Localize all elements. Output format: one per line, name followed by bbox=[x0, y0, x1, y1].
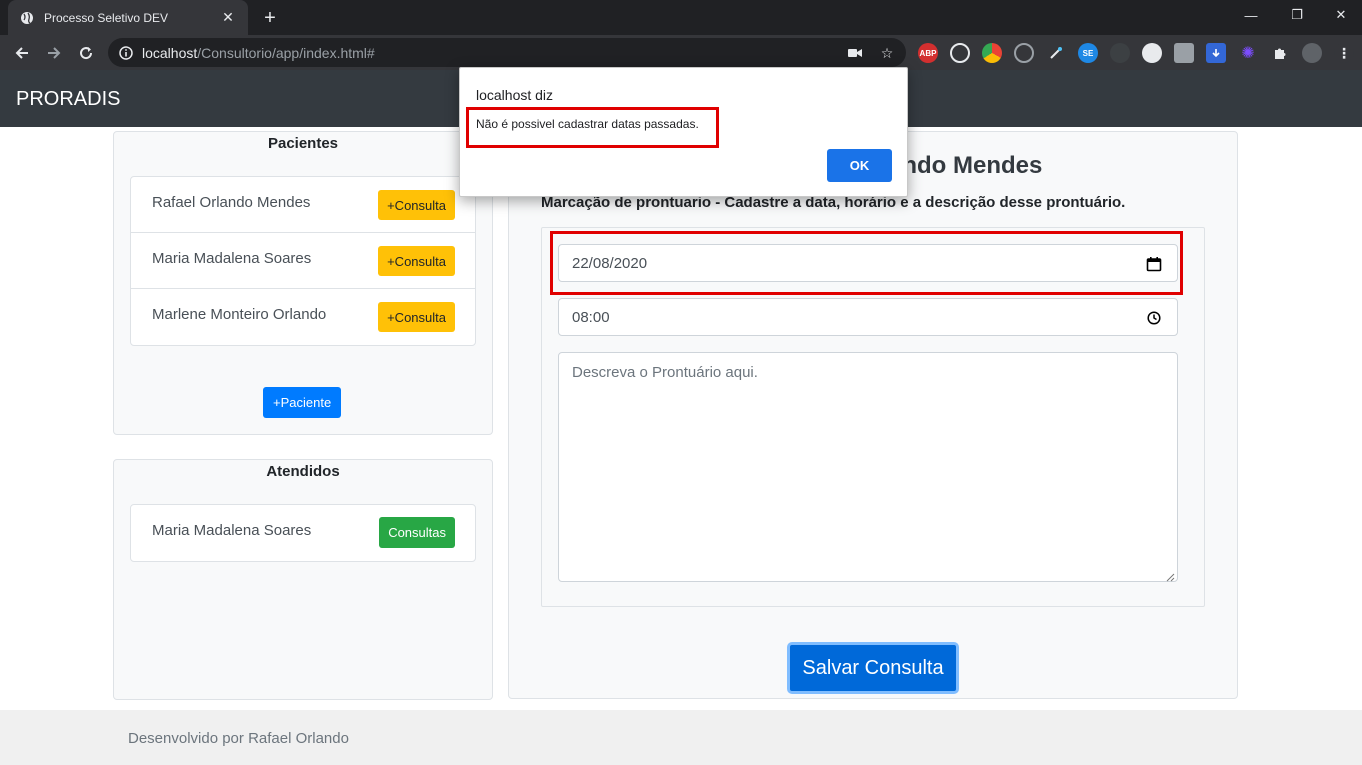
list-item: Maria Madalena Soares Consultas bbox=[131, 505, 475, 561]
footer-text: Desenvolvido por Rafael Orlando bbox=[128, 730, 349, 747]
back-icon[interactable] bbox=[8, 39, 36, 67]
add-consulta-button[interactable]: +Consulta bbox=[378, 190, 455, 220]
info-icon[interactable] bbox=[118, 45, 134, 61]
add-consulta-button[interactable]: +Consulta bbox=[378, 246, 455, 276]
reload-icon[interactable] bbox=[72, 39, 100, 67]
extensions-puzzle-icon[interactable] bbox=[1270, 43, 1290, 63]
sparkle-extension-icon[interactable]: ✺ bbox=[1238, 43, 1258, 63]
message-highlight-box bbox=[466, 107, 719, 148]
url-host: localhost bbox=[142, 44, 198, 61]
list-item: Maria Madalena Soares +Consulta bbox=[131, 233, 475, 289]
target-extension-icon[interactable] bbox=[1014, 43, 1034, 63]
menu-dots-icon[interactable]: ⋮ bbox=[1334, 43, 1354, 63]
globe-icon bbox=[20, 11, 34, 25]
adblock-icon[interactable]: ABP bbox=[918, 43, 938, 63]
eyedropper-icon[interactable] bbox=[1046, 43, 1066, 63]
atendidos-list: Maria Madalena Soares Consultas bbox=[130, 504, 476, 562]
color-extension-icon[interactable] bbox=[982, 43, 1002, 63]
atendidos-title: Atendidos bbox=[266, 463, 340, 480]
date-highlight-box bbox=[550, 231, 1183, 295]
description-textarea[interactable]: Descreva o Prontuário aqui. bbox=[558, 352, 1178, 582]
puzzle-extension-icon[interactable] bbox=[1110, 43, 1130, 63]
patient-name: Maria Madalena Soares bbox=[152, 250, 312, 267]
time-input[interactable]: 08:00 bbox=[558, 298, 1178, 336]
minimize-icon[interactable]: — bbox=[1228, 0, 1274, 30]
browser-tab[interactable]: Processo Seletivo DEV ✕ bbox=[8, 0, 248, 35]
patient-name: Marlene Monteiro Orlando bbox=[152, 306, 327, 323]
browser-tab-bar: Processo Seletivo DEV ✕ + — ❐ ✕ bbox=[0, 0, 1362, 35]
consultas-button[interactable]: Consultas bbox=[379, 517, 455, 548]
pacientes-panel: Pacientes Rafael Orlando Mendes +Consult… bbox=[113, 131, 493, 435]
close-window-icon[interactable]: ✕ bbox=[1318, 0, 1362, 30]
square-extension-icon[interactable] bbox=[1174, 43, 1194, 63]
patient-name: Maria Madalena Soares bbox=[152, 522, 312, 539]
add-paciente-button[interactable]: +Paciente bbox=[263, 387, 342, 418]
download-extension-icon[interactable] bbox=[1206, 43, 1226, 63]
atendidos-panel: Atendidos Maria Madalena Soares Consulta… bbox=[113, 459, 493, 700]
clock-icon[interactable] bbox=[1145, 309, 1163, 327]
new-tab-button[interactable]: + bbox=[258, 6, 282, 30]
ok-button[interactable]: OK bbox=[827, 149, 892, 182]
browser-toolbar: localhost/Consultorio/app/index.html# ☆ … bbox=[0, 35, 1362, 70]
forward-icon[interactable] bbox=[40, 39, 68, 67]
profile-extension-icon[interactable] bbox=[1142, 43, 1162, 63]
pacientes-title: Pacientes bbox=[267, 135, 339, 152]
patient-name: Rafael Orlando Mendes bbox=[152, 194, 311, 211]
footer: Desenvolvido por Rafael Orlando bbox=[0, 710, 1362, 765]
pacientes-list: Rafael Orlando Mendes +Consulta Maria Ma… bbox=[130, 176, 476, 346]
se-extension-icon[interactable]: SE bbox=[1078, 43, 1098, 63]
list-item: Rafael Orlando Mendes +Consulta bbox=[131, 177, 475, 233]
address-bar[interactable]: localhost/Consultorio/app/index.html# ☆ bbox=[108, 38, 906, 67]
save-consulta-button[interactable]: Salvar Consulta bbox=[787, 642, 959, 694]
patient-heading: ando Mendes bbox=[889, 152, 1043, 179]
star-icon[interactable]: ☆ bbox=[878, 44, 896, 62]
url-path: /Consultorio/app/index.html# bbox=[197, 44, 375, 61]
brand-logo[interactable]: PRORADIS bbox=[16, 88, 120, 111]
prontuario-panel: ando Mendes Marcação de prontuario - Cad… bbox=[508, 131, 1238, 699]
tab-title: Processo Seletivo DEV bbox=[44, 10, 169, 25]
dialog-title: localhost diz bbox=[476, 87, 554, 103]
camera-icon[interactable] bbox=[846, 44, 864, 62]
avatar[interactable] bbox=[1302, 43, 1322, 63]
description-placeholder: Descreva o Prontuário aqui. bbox=[572, 364, 758, 381]
time-value: 08:00 bbox=[572, 308, 610, 326]
resize-grip-icon[interactable] bbox=[1165, 569, 1175, 582]
close-tab-icon[interactable]: ✕ bbox=[220, 9, 236, 26]
list-item: Marlene Monteiro Orlando +Consulta bbox=[131, 289, 475, 345]
chat-extension-icon[interactable] bbox=[950, 43, 970, 63]
add-consulta-button[interactable]: +Consulta bbox=[378, 302, 455, 332]
restore-icon[interactable]: ❐ bbox=[1274, 0, 1320, 30]
